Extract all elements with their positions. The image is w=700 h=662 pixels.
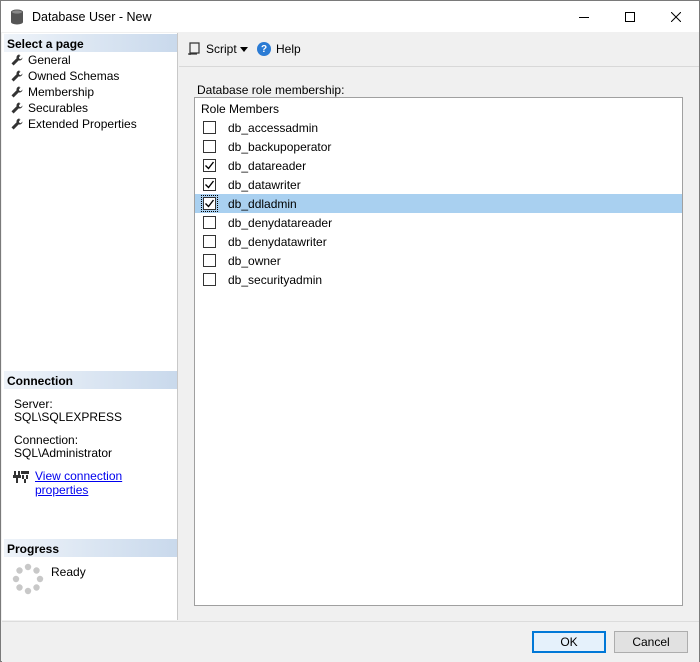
view-connection-properties-link[interactable]: View connection properties: [35, 469, 177, 497]
title-bar[interactable]: Database User - New: [1, 1, 699, 32]
role-row[interactable]: db_denydatawriter: [195, 232, 682, 251]
database-user-dialog: Database User - New Select a page Genera…: [0, 0, 700, 662]
help-icon: ?: [257, 42, 271, 56]
close-icon: [671, 11, 681, 22]
maximize-icon: [625, 11, 635, 22]
page-item-membership[interactable]: Membership: [10, 84, 96, 100]
wrench-icon: [11, 86, 23, 98]
role-name: db_ddladmin: [228, 197, 297, 211]
progress-header: Progress: [4, 539, 177, 557]
role-name: db_owner: [228, 254, 281, 268]
role-checkbox[interactable]: [203, 273, 216, 286]
page-item-label: Owned Schemas: [28, 69, 120, 83]
wrench-icon: [11, 118, 23, 130]
server-value: SQL\SQLEXPRESS: [14, 410, 123, 424]
close-button[interactable]: [653, 1, 699, 32]
connection-label: Connection:: [14, 433, 79, 447]
database-icon: [11, 9, 23, 25]
role-row[interactable]: db_datawriter: [195, 175, 682, 194]
progress-spinner-icon: [12, 563, 44, 595]
window-title: Database User - New: [32, 10, 152, 24]
role-checkbox[interactable]: [203, 216, 216, 229]
role-checkbox[interactable]: [201, 195, 218, 212]
role-name: db_backupoperator: [228, 140, 332, 154]
role-members-list[interactable]: Role Members db_accessadmin db_backupope…: [194, 97, 683, 606]
server-label: Server:: [14, 397, 53, 411]
role-name: db_datareader: [228, 159, 307, 173]
page-item-label: Extended Properties: [28, 117, 137, 131]
page-item-label: General: [28, 53, 71, 67]
role-checkbox[interactable]: [203, 178, 216, 191]
role-checkbox[interactable]: [203, 140, 216, 153]
page-item-label: Securables: [28, 101, 89, 115]
role-row[interactable]: db_securityadmin: [195, 270, 682, 289]
page-item-label: Membership: [28, 85, 95, 99]
page-item-owned-schemas[interactable]: Owned Schemas: [10, 68, 121, 84]
role-row[interactable]: db_denydatareader: [195, 213, 682, 232]
maximize-button[interactable]: [607, 1, 653, 32]
checkmark-icon: [205, 199, 215, 208]
script-label: Script: [206, 42, 237, 56]
dialog-footer: OK Cancel: [2, 621, 699, 662]
role-name: db_securityadmin: [228, 273, 323, 287]
checkmark-icon: [205, 180, 215, 189]
page-item-securables[interactable]: Securables: [10, 100, 90, 116]
role-checkbox[interactable]: [203, 159, 216, 172]
role-row[interactable]: db_owner: [195, 251, 682, 270]
role-name: db_denydatawriter: [228, 235, 327, 249]
role-name: db_denydatareader: [228, 216, 333, 230]
wrench-icon: [11, 102, 23, 114]
role-checkbox[interactable]: [203, 235, 216, 248]
connection-properties-icon: [13, 471, 29, 483]
role-row[interactable]: db_datareader: [195, 156, 682, 175]
connection-header: Connection: [4, 371, 177, 389]
wrench-icon: [11, 70, 23, 82]
help-label: Help: [276, 42, 301, 56]
page-item-extended-properties[interactable]: Extended Properties: [10, 116, 139, 132]
membership-page: Database role membership: Role Members d…: [179, 68, 699, 620]
page-item-general[interactable]: General: [10, 52, 73, 68]
role-checkbox[interactable]: [203, 121, 216, 134]
role-membership-label: Database role membership:: [197, 83, 345, 97]
toolbar: Script ? Help: [179, 33, 699, 67]
script-icon: [188, 42, 200, 55]
role-row[interactable]: db_ddladmin: [195, 194, 682, 213]
list-header: Role Members: [201, 102, 280, 116]
checkmark-icon: [205, 161, 215, 170]
ok-button[interactable]: OK: [532, 631, 606, 653]
wrench-icon: [11, 54, 23, 66]
role-name: db_datawriter: [228, 178, 301, 192]
minimize-icon: [579, 16, 589, 18]
connection-value: SQL\Administrator: [14, 446, 113, 460]
role-name: db_accessadmin: [228, 121, 319, 135]
help-button[interactable]: ? Help: [257, 42, 301, 56]
left-panel: Select a page General Owned Schemas Memb…: [2, 33, 178, 620]
role-row[interactable]: db_accessadmin: [195, 118, 682, 137]
minimize-button[interactable]: [561, 1, 607, 32]
role-row[interactable]: db_backupoperator: [195, 137, 682, 156]
select-page-header: Select a page: [4, 34, 177, 52]
progress-status: Ready: [51, 565, 86, 579]
role-checkbox[interactable]: [203, 254, 216, 267]
script-button[interactable]: Script: [187, 42, 237, 56]
script-dropdown-icon[interactable]: [240, 47, 248, 52]
cancel-button[interactable]: Cancel: [614, 631, 688, 653]
